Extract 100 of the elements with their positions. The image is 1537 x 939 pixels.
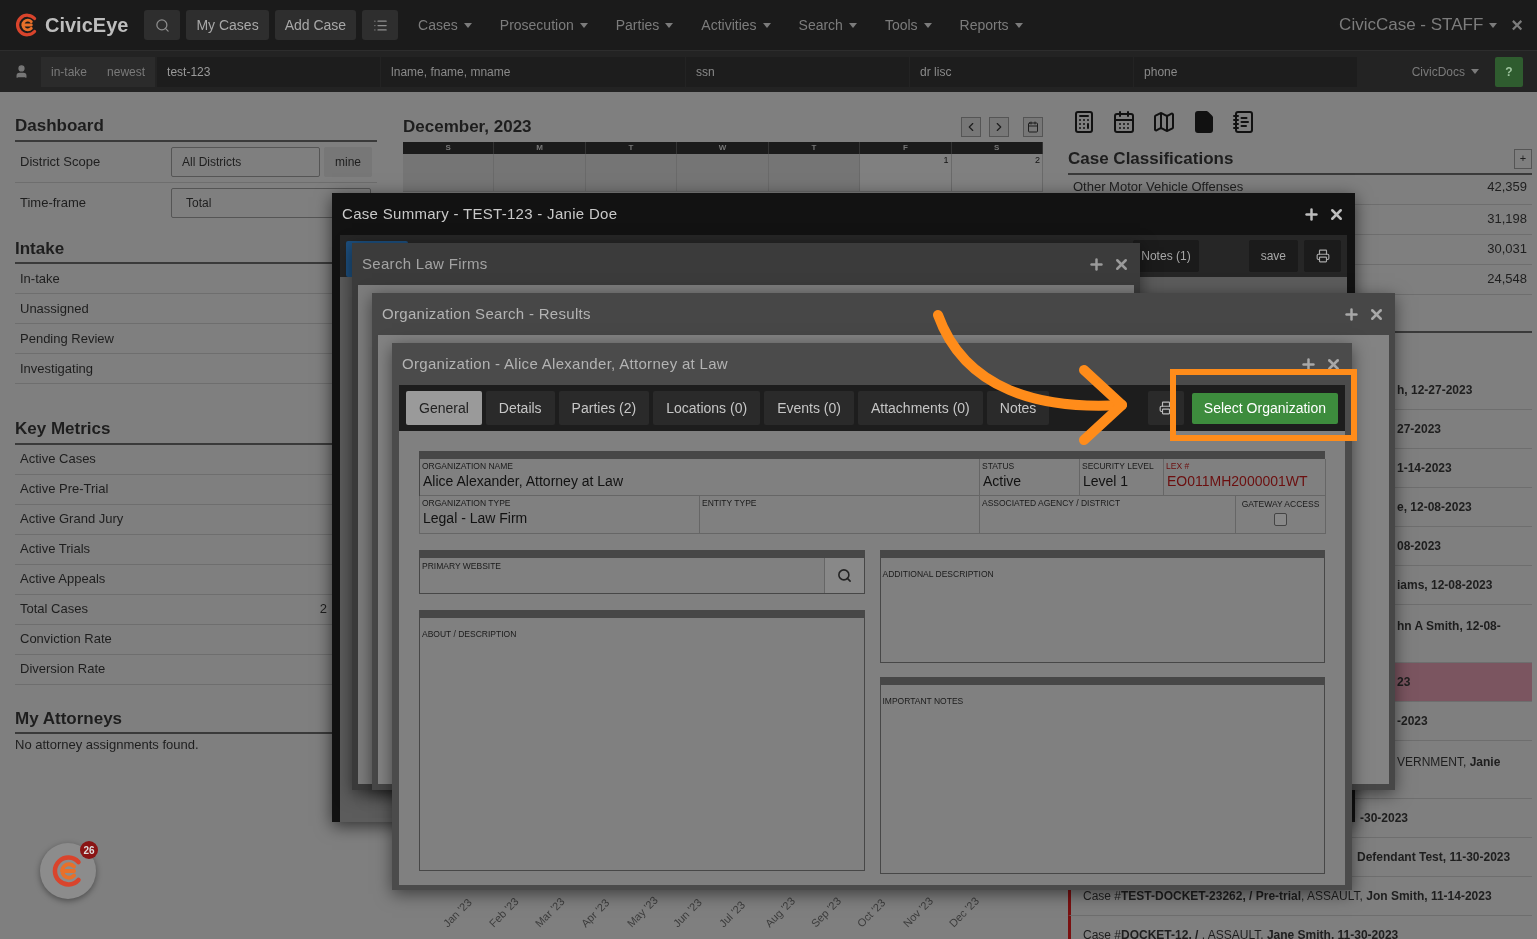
nav-button[interactable]: Add Case <box>274 10 357 40</box>
mine-button[interactable]: mine <box>324 146 372 177</box>
tab[interactable]: Details <box>485 391 555 425</box>
chat-launcher[interactable]: 26 <box>40 843 96 899</box>
district-select[interactable]: All Districts <box>171 146 320 177</box>
menu-item[interactable]: Search <box>794 14 861 36</box>
calendar-day-cell[interactable] <box>403 154 495 192</box>
tab[interactable]: Locations (0) <box>653 391 761 425</box>
classification-count: 31,198 <box>1487 210 1527 229</box>
checkbox[interactable] <box>1274 513 1287 526</box>
printer-icon <box>1158 401 1173 415</box>
map-icon[interactable] <box>1152 110 1176 134</box>
calendar-day-cell[interactable] <box>494 154 586 192</box>
axis-label: Oct '23 <box>853 895 889 932</box>
menu-item[interactable]: Tools <box>880 14 936 36</box>
form-field[interactable]: SECURITY LEVEL Level 1 <box>1080 459 1164 496</box>
list-button[interactable] <box>362 10 399 40</box>
user-icon[interactable] <box>14 64 29 79</box>
filter-button[interactable]: in-take <box>41 56 98 87</box>
menu-item[interactable]: Prosecution <box>495 14 592 36</box>
row-label[interactable]: Diversion Rate <box>20 659 106 679</box>
caret-icon <box>762 22 771 28</box>
form-field[interactable]: LEX # EO011MH2000001WT <box>1164 459 1326 496</box>
row-label[interactable]: Total Cases <box>20 599 88 619</box>
field-label: PRIMARY WEBSITE <box>422 560 503 573</box>
row-label[interactable]: Active Grand Jury <box>20 509 124 529</box>
field-label: ASSOCIATED AGENCY / DISTRICT <box>982 498 1122 508</box>
important-notes-field[interactable]: IMPORTANT NOTES <box>879 677 1325 874</box>
calculator-icon[interactable] <box>1072 110 1096 134</box>
axis-label: Jul '23 <box>715 897 749 932</box>
form-field[interactable]: ORGANIZATION TYPE Legal - Law Firm <box>420 496 700 534</box>
calendar-day-cell[interactable] <box>768 154 861 192</box>
row-label[interactable]: Unassigned <box>20 298 89 319</box>
print-button[interactable] <box>1304 240 1341 272</box>
row-label[interactable]: Active Appeals <box>20 569 106 589</box>
account-menu[interactable]: CivicCase - STAFF <box>1339 12 1498 38</box>
search-field[interactable]: lname, fname, mname <box>381 56 686 87</box>
form-field[interactable]: ENTITY TYPE <box>700 496 980 534</box>
row-label[interactable]: Pending Review <box>20 328 114 349</box>
field-label: SECURITY LEVEL <box>1082 461 1155 471</box>
classification-count: 30,031 <box>1487 240 1527 259</box>
next-icon[interactable] <box>989 117 1009 137</box>
form-field[interactable]: GATEWAY ACCESS <box>1236 496 1326 534</box>
row-label[interactable]: Active Pre-Trial <box>20 479 109 499</box>
select-organization-button[interactable]: Select Organization <box>1191 392 1338 424</box>
document-icon[interactable] <box>1192 110 1216 134</box>
caret-icon <box>848 22 857 28</box>
add-button[interactable]: + <box>1514 148 1532 169</box>
window-title: Organization Search - Results <box>382 303 591 324</box>
case-number-field[interactable]: test-123 <box>157 56 381 87</box>
printer-icon <box>1315 249 1330 263</box>
section-heading: Intake <box>15 237 66 260</box>
nav-button[interactable]: My Cases <box>186 10 269 40</box>
additional-description-field[interactable]: ADDITIONAL DESCRIPTION <box>879 550 1325 663</box>
search-field[interactable]: dr lisc <box>910 56 1134 87</box>
row-label[interactable]: Investigating <box>20 358 93 379</box>
search-field[interactable]: ssn <box>686 56 910 87</box>
docs-menu[interactable]: CivicDocs <box>1411 62 1479 81</box>
axis-label: Feb '23 <box>485 895 521 932</box>
menu-item[interactable]: Cases <box>414 14 476 36</box>
tab[interactable]: Attachments (0) <box>857 391 983 425</box>
row-label[interactable]: In-take <box>20 268 60 289</box>
form-field[interactable]: STATUS Active <box>980 459 1080 496</box>
menu-item[interactable]: Activities <box>697 14 775 36</box>
book-icon[interactable] <box>1232 110 1256 134</box>
help-button[interactable]: ? <box>1495 56 1523 87</box>
filter-button[interactable]: newest <box>97 56 156 87</box>
form-field[interactable]: ASSOCIATED AGENCY / DISTRICT <box>980 496 1236 534</box>
menu-item[interactable]: Parties <box>611 14 678 36</box>
expand-icon[interactable] <box>1303 205 1320 223</box>
empty-message: No attorney assignments found. <box>15 736 200 754</box>
form-field[interactable]: ORGANIZATION NAME Alice Alexander, Attorney at Law <box>420 459 980 496</box>
menu-item[interactable]: Reports <box>955 14 1027 36</box>
search-button[interactable] <box>823 558 864 593</box>
save-button[interactable]: save <box>1248 240 1298 272</box>
row-label: District Scope <box>20 152 102 171</box>
weekday-header: S <box>403 142 495 154</box>
calendar-day-cell[interactable] <box>585 154 678 192</box>
row-label[interactable]: Conviction Rate <box>20 629 112 649</box>
tab[interactable]: Parties (2) <box>558 391 650 425</box>
search-button[interactable] <box>144 10 181 40</box>
close-button[interactable]: × <box>1511 10 1523 40</box>
previous-icon[interactable] <box>961 117 981 137</box>
axis-label: Dec '23 <box>945 895 981 932</box>
search-icon <box>154 17 170 33</box>
row-label[interactable]: Active Trials <box>20 539 91 559</box>
row-label[interactable]: Active Cases <box>20 449 96 469</box>
axis-label: Jun '23 <box>669 895 705 932</box>
calendar-day-cell[interactable]: 2 <box>951 154 1043 192</box>
tab[interactable]: General <box>406 391 482 425</box>
classification-label[interactable]: Other Motor Vehicle Offenses <box>1073 176 1244 196</box>
calendar-icon[interactable] <box>1112 110 1136 134</box>
calendar-day-cell[interactable]: 1 <box>860 154 952 192</box>
search-field[interactable]: phone <box>1134 56 1358 87</box>
calendar-day-cell[interactable] <box>677 154 769 192</box>
calendar-icon[interactable] <box>1023 117 1043 137</box>
axis-label: Aug '23 <box>761 895 797 932</box>
app-logo-text[interactable]: CivicEye <box>45 10 129 40</box>
tab[interactable]: Events (0) <box>764 391 854 425</box>
about-field[interactable]: ABOUT / DESCRIPTION <box>419 610 865 871</box>
